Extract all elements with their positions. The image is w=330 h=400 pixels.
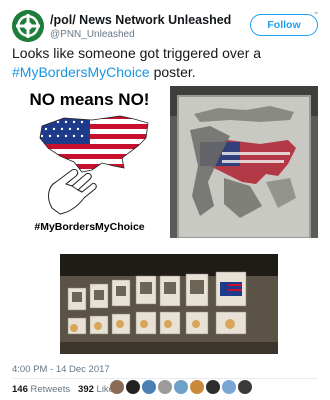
tweet-header: /pol/ News Network Unleashed @PNN_Unleas… bbox=[12, 6, 320, 44]
defaced-poster-image bbox=[170, 86, 318, 238]
pnn-logo-icon bbox=[12, 10, 44, 42]
liker-avatar[interactable] bbox=[110, 380, 124, 394]
photo-poster-wall[interactable] bbox=[60, 254, 278, 354]
tweet-text-before: Looks like someone got triggered over a bbox=[12, 45, 262, 61]
photo-poster[interactable]: NO means NO! #MyBordersMyChoice bbox=[12, 86, 167, 238]
display-name[interactable]: /pol/ News Network Unleashed bbox=[50, 13, 231, 27]
poster-hashtag: #MyBordersMyChoice bbox=[34, 221, 145, 233]
likes-count[interactable]: 392 bbox=[78, 384, 94, 395]
likers-avatar-row bbox=[110, 380, 252, 398]
timestamp[interactable]: 4:00 PM - 14 Dec 2017 bbox=[12, 364, 110, 375]
hashtag-link[interactable]: #MyBordersMyChoice bbox=[12, 64, 150, 80]
liker-avatar[interactable] bbox=[158, 380, 172, 394]
poster-wall-image bbox=[60, 254, 278, 354]
avatar[interactable] bbox=[12, 10, 44, 42]
tweet-text-after: poster. bbox=[149, 64, 196, 80]
chevron-down-icon[interactable]: ⌄ bbox=[312, 6, 320, 17]
media-grid: NO means NO! #MyBordersMyChoice bbox=[12, 86, 318, 354]
retweets-count[interactable]: 146 bbox=[12, 384, 28, 395]
handle[interactable]: @PNN_Unleashed bbox=[50, 28, 231, 41]
engagement-stats: 146 Retweets 392 Likes bbox=[12, 384, 119, 395]
liker-avatar[interactable] bbox=[222, 380, 236, 394]
follow-button[interactable]: Follow bbox=[250, 14, 318, 36]
liker-avatar[interactable] bbox=[190, 380, 204, 394]
liker-avatar[interactable] bbox=[206, 380, 220, 394]
divider bbox=[12, 378, 318, 379]
photo-defaced-poster[interactable] bbox=[170, 86, 318, 238]
account-names[interactable]: /pol/ News Network Unleashed @PNN_Unleas… bbox=[50, 13, 231, 41]
liker-avatar[interactable] bbox=[142, 380, 156, 394]
liker-avatar[interactable] bbox=[126, 380, 140, 394]
us-map-flag-icon bbox=[39, 115, 149, 215]
tweet-text: Looks like someone got triggered over a … bbox=[12, 44, 318, 82]
retweets-label[interactable]: Retweets bbox=[31, 384, 71, 395]
liker-avatar[interactable] bbox=[174, 380, 188, 394]
liker-avatar[interactable] bbox=[238, 380, 252, 394]
